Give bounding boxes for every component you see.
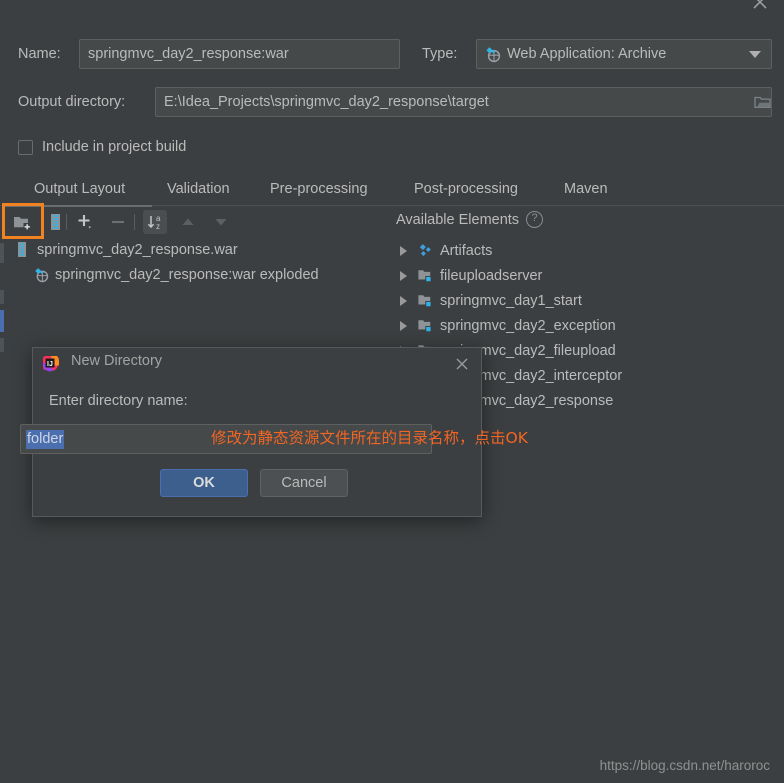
output-directory-label: Output directory:	[18, 94, 126, 110]
tab-pre-processing[interactable]: Pre-processing	[268, 176, 370, 203]
list-item[interactable]: Artifacts	[396, 238, 784, 263]
name-input[interactable]: springmvc_day2_response:war	[79, 39, 400, 69]
include-in-project-build-checkbox[interactable]: Include in project build	[18, 139, 186, 155]
artifacts-settings-panel: Name: springmvc_day2_response:war Type: …	[0, 0, 784, 783]
sort-az-icon[interactable]: a z	[143, 210, 167, 234]
add-icon[interactable]	[73, 210, 97, 234]
dialog-title-bar: IJ New Directory	[33, 348, 481, 380]
intellij-idea-logo: IJ	[42, 355, 60, 373]
create-archive-icon[interactable]	[44, 210, 68, 234]
output-directory-input[interactable]: E:\Idea_Projects\springmvc_day2_response…	[155, 87, 772, 117]
list-item-label: fileuploadserver	[440, 267, 543, 284]
list-item-label: springmvc_day2_exception	[440, 317, 616, 334]
include-in-project-build-label: Include in project build	[42, 139, 187, 155]
type-label: Type:	[422, 46, 458, 62]
watermark: https://blog.csdn.net/haroroc	[599, 758, 770, 773]
tree-node-war[interactable]: springmvc_day2_response.war	[14, 241, 238, 258]
tree-node-label: springmvc_day2_response:war exploded	[55, 266, 319, 283]
move-up-icon	[176, 210, 200, 234]
tab-bar: Output Layout Validation Pre-processing …	[0, 176, 784, 205]
svg-text:z: z	[156, 222, 160, 231]
name-label: Name:	[18, 46, 61, 62]
close-icon[interactable]	[453, 355, 471, 373]
chevron-down-icon	[749, 50, 761, 58]
chevron-right-icon[interactable]	[400, 245, 407, 256]
tab-post-processing[interactable]: Post-processing	[412, 176, 520, 203]
toolbar-separator	[134, 214, 135, 230]
folder-browse-icon[interactable]	[754, 94, 772, 110]
list-item[interactable]: fileuploadserver	[396, 263, 784, 288]
available-elements-header: Available Elements ?	[396, 211, 544, 228]
ok-button[interactable]: OK	[160, 469, 248, 497]
type-dropdown[interactable]: Web Application: Archive	[476, 39, 772, 69]
chevron-right-icon[interactable]	[400, 295, 407, 306]
chevron-right-icon[interactable]	[400, 270, 407, 281]
chevron-right-icon[interactable]	[400, 320, 407, 331]
type-dropdown-value: Web Application: Archive	[507, 46, 667, 62]
module-icon	[417, 267, 434, 284]
tree-node-label: springmvc_day2_response.war	[37, 241, 238, 258]
web-archive-icon	[32, 266, 49, 283]
name-row: Name: springmvc_day2_response:war Type: …	[0, 38, 784, 70]
output-directory-row: Output directory: E:\Idea_Projects\sprin…	[0, 86, 784, 118]
dialog-prompt-label: Enter directory name:	[49, 393, 188, 409]
list-item[interactable]: springmvc_day1_start	[396, 288, 784, 313]
close-icon[interactable]	[746, 0, 774, 16]
new-directory-icon[interactable]	[10, 210, 34, 234]
cancel-button[interactable]: Cancel	[260, 469, 348, 497]
checkbox-box[interactable]	[18, 139, 33, 155]
available-elements-title: Available Elements	[396, 211, 520, 228]
archive-icon	[14, 241, 31, 258]
list-item[interactable]: springmvc_day2_exception	[396, 313, 784, 338]
toolbar-separator	[66, 214, 67, 230]
dialog-title: New Directory	[71, 353, 163, 369]
svg-text:IJ: IJ	[47, 361, 53, 368]
artifacts-icon	[417, 242, 434, 259]
annotation-text: 修改为静态资源文件所在的目录名称，点击OK	[211, 429, 528, 447]
tab-validation[interactable]: Validation	[165, 176, 232, 203]
list-item-label: springmvc_day1_start	[440, 292, 582, 309]
output-layout-toolbar: a z	[0, 207, 390, 237]
tab-output-layout[interactable]: Output Layout	[32, 176, 127, 203]
module-icon	[417, 292, 434, 309]
help-icon[interactable]: ?	[526, 211, 544, 228]
module-icon	[417, 317, 434, 334]
web-archive-icon	[483, 45, 501, 63]
move-down-icon	[209, 210, 233, 234]
tree-node-war-exploded[interactable]: springmvc_day2_response:war exploded	[32, 266, 319, 283]
tab-maven[interactable]: Maven	[562, 176, 610, 203]
directory-name-value: folder	[26, 430, 65, 449]
list-item-label: Artifacts	[440, 242, 493, 259]
remove-icon	[106, 210, 130, 234]
